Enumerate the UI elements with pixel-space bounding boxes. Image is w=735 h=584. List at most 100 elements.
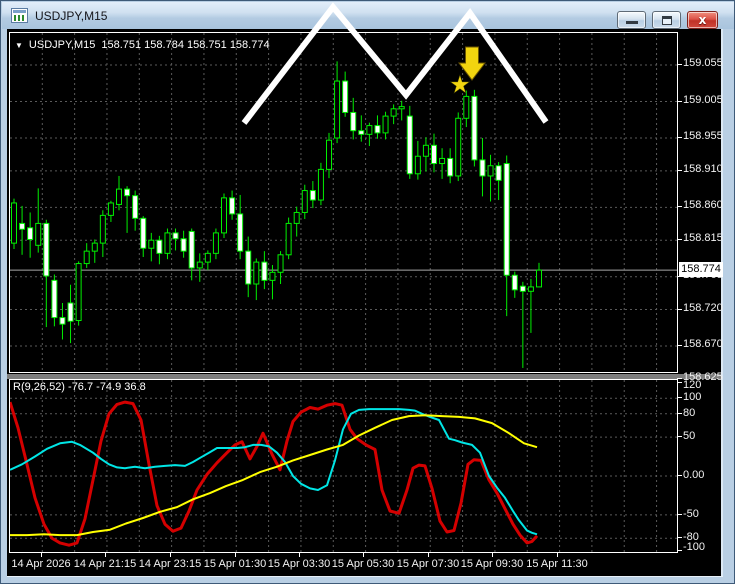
candle	[84, 243, 89, 268]
indicator-axis-label: 50	[683, 430, 695, 442]
candle	[375, 115, 380, 138]
candle	[448, 148, 453, 183]
candle	[432, 134, 437, 173]
price-axis-label: 158.720	[683, 302, 723, 314]
candle	[520, 282, 525, 368]
time-axis-tick	[363, 553, 364, 557]
candle	[125, 186, 130, 233]
candle	[141, 216, 146, 257]
candle	[149, 233, 154, 261]
time-axis-label: 15 Apr 11:30	[526, 558, 588, 570]
candle	[335, 61, 340, 143]
title-bar[interactable]: USDJPY,M15 x	[2, 2, 735, 29]
candle	[472, 90, 477, 167]
symbol-period-label: USDJPY,M15	[29, 39, 95, 51]
price-axis-tick	[677, 64, 682, 65]
candle	[294, 207, 299, 237]
candle	[60, 303, 65, 340]
window-controls: x	[617, 11, 718, 29]
indicator-axis-tick	[677, 436, 682, 437]
time-axis-label: 14 Apr 21:15	[74, 558, 136, 570]
candle	[246, 237, 251, 298]
indicator-axis-label: -100	[683, 541, 705, 553]
candle	[12, 199, 17, 249]
chart-window-icon	[11, 8, 28, 23]
oscillator-chart	[10, 380, 677, 552]
indicator-pane[interactable]	[9, 379, 678, 553]
window-border-bottom	[7, 576, 723, 577]
price-axis-tick	[677, 239, 682, 240]
close-button[interactable]: x	[687, 11, 718, 29]
time-axis-tick	[105, 553, 106, 557]
candle	[173, 229, 178, 251]
candle	[464, 91, 469, 128]
time-axis-tick	[299, 553, 300, 557]
candles-group	[12, 61, 542, 368]
indicator-axis-label: 100	[683, 391, 701, 403]
indicator-axis-tick	[677, 382, 682, 383]
window-title: USDJPY,M15	[35, 9, 107, 23]
candle	[359, 115, 364, 141]
candle	[399, 101, 404, 121]
time-axis-label: 15 Apr 09:30	[461, 558, 523, 570]
candle	[117, 176, 122, 210]
candle	[205, 250, 210, 270]
candle	[108, 201, 113, 222]
candle	[230, 191, 235, 220]
candle	[512, 272, 517, 298]
price-axis-label: 158.860	[683, 199, 723, 211]
price-axis-tick	[677, 345, 682, 346]
price-axis-label: 159.055	[683, 57, 723, 69]
indicator-axis-tick	[677, 514, 682, 515]
candle	[343, 72, 348, 117]
indicator-axis-label: 80	[683, 407, 695, 419]
candle	[383, 112, 388, 140]
current-price-badge: 158.774	[679, 262, 723, 277]
price-axis-tick	[677, 206, 682, 207]
candle	[44, 220, 49, 327]
candle	[28, 212, 33, 257]
indicator-axis-tick	[677, 475, 682, 476]
chart-ohlc-header: ▼ USDJPY,M15 158.751 158.784 158.751 158…	[15, 39, 270, 51]
candle	[254, 258, 259, 300]
candlestick-chart	[10, 33, 677, 372]
candle	[318, 163, 323, 205]
price-axis-tick	[677, 170, 682, 171]
price-axis-label: 158.670	[683, 338, 723, 350]
candle	[222, 193, 227, 238]
price-axis-tick	[677, 309, 682, 310]
candle	[278, 251, 283, 284]
price-axis-tick	[677, 101, 682, 102]
indicator-axis-tick	[677, 537, 682, 538]
price-axis-label: 158.955	[683, 130, 723, 142]
restore-button[interactable]	[652, 11, 681, 29]
candle	[496, 162, 501, 200]
candle	[92, 239, 97, 262]
candle	[528, 279, 533, 333]
candle	[367, 123, 372, 146]
indicator-axis-label: 120	[683, 379, 701, 391]
candle	[213, 229, 218, 260]
candle	[197, 253, 202, 281]
candle	[310, 181, 315, 208]
chevron-down-icon: ▼	[15, 41, 23, 50]
candle	[302, 185, 307, 219]
candle	[100, 210, 105, 257]
indicator-axis-label: -50	[683, 508, 699, 520]
ohlc-values: 158.751 158.784 158.751 158.774	[101, 39, 269, 51]
indicator-axis-label: 0.00	[683, 469, 704, 481]
candle	[181, 231, 186, 258]
candle	[415, 141, 420, 180]
indicator-series-red	[10, 402, 537, 545]
indicator-axis-tick	[677, 413, 682, 414]
price-axis-label: 159.005	[683, 94, 723, 106]
main-chart-pane[interactable]	[9, 32, 678, 373]
candle	[165, 229, 170, 260]
candle	[52, 275, 57, 327]
time-axis-tick	[41, 553, 42, 557]
candle	[504, 156, 509, 317]
candle	[262, 251, 267, 289]
time-axis-label: 15 Apr 01:30	[204, 558, 266, 570]
candle	[133, 191, 138, 231]
minimize-button[interactable]	[617, 11, 646, 29]
